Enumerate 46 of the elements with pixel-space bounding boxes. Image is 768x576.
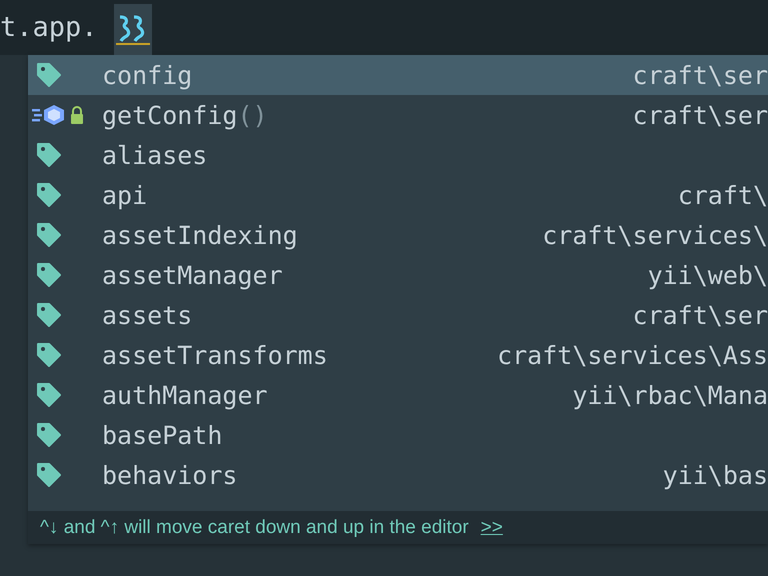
item-name: aliases [102,140,208,170]
hint-text: ^↓ and ^↑ will move caret down and up in the editor [40,516,469,538]
tag-icon [36,142,62,168]
item-type: yii\rbac\Mana [572,380,768,410]
tag-icon [36,342,62,368]
item-name: api [102,180,148,210]
item-name: getConfig() [102,100,268,130]
completion-item[interactable]: assetTransforms craft\services\Ass [28,335,768,375]
cube-icon [32,104,66,126]
tag-icon [36,462,62,488]
item-name: assetTransforms [102,340,328,370]
item-name: assetManager [102,260,283,290]
code-text: t.app. [0,11,98,45]
item-name: behaviors [102,460,238,490]
item-type: yii\bas [662,460,768,490]
tag-icon [36,222,62,248]
item-name: assetIndexing [102,220,298,250]
item-type: craft\ser [632,60,768,90]
item-name: config [102,60,192,90]
tag-icon [36,422,62,448]
tag-icon [36,382,62,408]
tag-icon [36,62,62,88]
completion-item[interactable]: aliases [28,135,768,175]
tag-icon [36,262,62,288]
completion-item[interactable]: config craft\ser [28,55,768,95]
squiggle-icon [116,12,150,46]
completion-item[interactable]: behaviors yii\bas [28,455,768,495]
completion-item[interactable]: basePath [28,415,768,455]
item-type: yii\web\ [648,260,768,290]
completion-item[interactable]: api craft\ [28,175,768,215]
item-name: assets [102,300,192,330]
item-type: craft\services\ [542,220,768,250]
completion-item[interactable]: assetIndexing craft\services\ [28,215,768,255]
completion-item[interactable]: getConfig() craft\ser [28,95,768,135]
item-type: craft\ser [632,300,768,330]
item-type: craft\services\Ass [497,340,768,370]
completion-item[interactable]: assets craft\ser [28,295,768,335]
more-link[interactable]: >> [480,516,503,538]
tag-icon [36,182,62,208]
completion-item[interactable]: assetManager yii\web\ [28,255,768,295]
tag-icon [36,302,62,328]
item-name: basePath [102,420,222,450]
item-name: authManager [102,380,268,410]
item-type: craft\ser [632,100,768,130]
completion-item[interactable]: authManager yii\rbac\Mana [28,375,768,415]
item-type: craft\ [678,180,768,210]
